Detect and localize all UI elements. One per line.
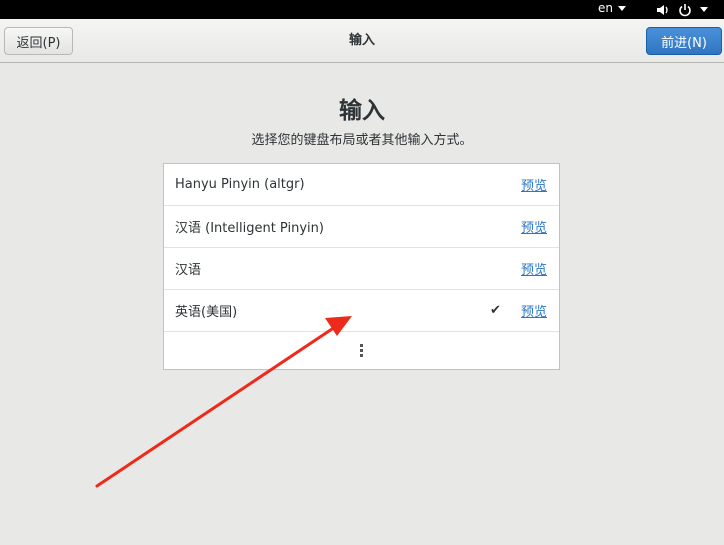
language-menu[interactable]: en [598, 1, 626, 15]
list-item[interactable]: Hanyu Pinyin (altgr) 预览 [164, 164, 559, 206]
preview-link[interactable]: 预览 [521, 259, 547, 278]
input-method-label: Hanyu Pinyin (altgr) [175, 177, 305, 192]
next-button[interactable]: 前进(N) [646, 27, 722, 55]
preview-link[interactable]: 预览 [521, 175, 547, 194]
system-menu[interactable] [656, 0, 708, 19]
chevron-down-icon [700, 7, 708, 12]
page-subtitle: 选择您的键盘布局或者其他输入方式。 [251, 133, 473, 148]
preview-link[interactable]: 预览 [521, 217, 547, 236]
input-method-label: 汉语 [175, 263, 202, 278]
input-method-label: 汉语 (Intelligent Pinyin) [175, 221, 324, 236]
header-bar: 输入 返回(P) 前进(N) [0, 19, 724, 63]
checkmark-icon: ✔ [490, 303, 501, 318]
page-title: 输入 [339, 98, 385, 124]
header-title: 输入 [348, 33, 375, 48]
top-bar: en [0, 0, 724, 19]
speaker-icon [657, 4, 668, 15]
back-button[interactable]: 返回(P) [4, 27, 73, 55]
more-button[interactable] [164, 332, 559, 369]
language-indicator: en [598, 1, 613, 15]
chevron-down-icon [618, 5, 626, 11]
input-method-label: 英语(美国) [175, 305, 238, 320]
list-item-selected[interactable]: 英语(美国) ✔ 预览 [164, 290, 559, 332]
more-vertical-icon [360, 344, 363, 357]
list-item[interactable]: 汉语 预览 [164, 248, 559, 290]
list-item[interactable]: 汉语 (Intelligent Pinyin) 预览 [164, 206, 559, 248]
preview-link[interactable]: 预览 [521, 301, 547, 320]
power-icon [679, 3, 691, 16]
input-method-list: Hanyu Pinyin (altgr) 预览 汉语 (Intelligent … [163, 163, 560, 370]
